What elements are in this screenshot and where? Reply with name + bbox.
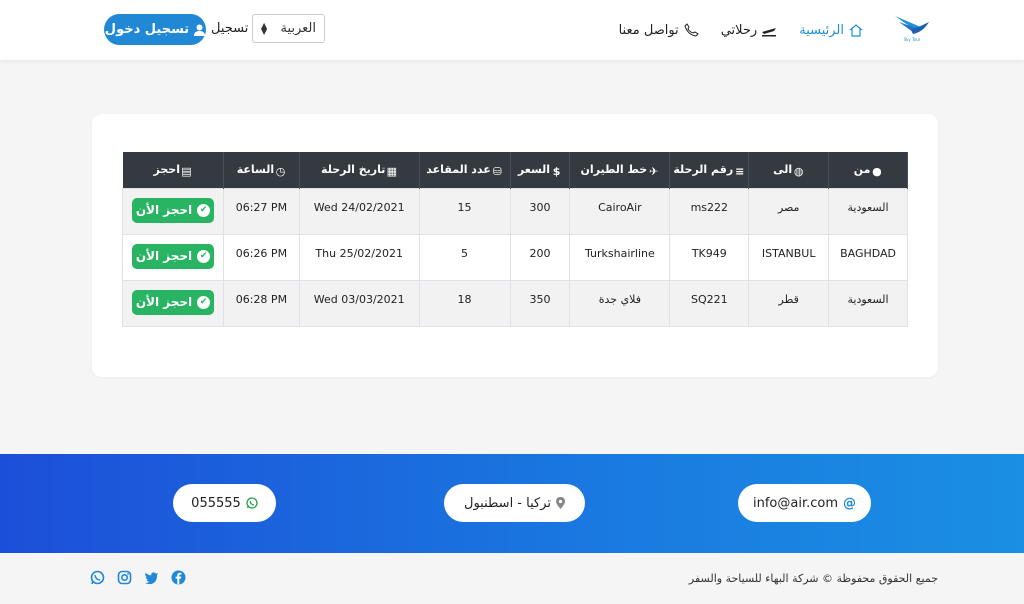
col-seats: ⛁عدد المقاعد [419, 152, 511, 188]
email-pill[interactable]: info@air.com @ [738, 484, 871, 522]
cell-time: 06:28 PM [222, 279, 300, 327]
col-flight-no: ≡رقم الرحلة [669, 152, 750, 188]
logo-icon[interactable]: Sky Tour [893, 12, 931, 46]
phone-pill[interactable]: 055555 [173, 484, 276, 522]
nav-home-label: الرئيسية [799, 22, 844, 38]
cell-flight-no: ms222 [669, 187, 750, 235]
col-airline: ✈خط الطيران [569, 152, 671, 188]
copyright-text: جميع الحقوق محفوظة © شركة البهاء للسياحة… [688, 572, 938, 585]
cell-to: قطر [748, 279, 830, 327]
cell-time: 06:27 PM [222, 187, 300, 235]
whatsapp-icon [246, 497, 258, 509]
map-pin-icon: ● [872, 164, 882, 178]
phone-text: 055555 [191, 495, 241, 511]
nav-home[interactable]: الرئيسية [799, 23, 864, 38]
col-price: $السعر [510, 152, 571, 188]
nav-my-trips[interactable]: رحلاتي [721, 23, 778, 38]
col-date: ▦تاريخ الرحلة [299, 152, 420, 188]
calendar-icon: ▦ [386, 164, 398, 178]
nav-contact[interactable]: تواصل معنا [619, 23, 699, 38]
social-links [90, 570, 186, 585]
cell-date: Wed 03/03/2021 [298, 279, 420, 327]
col-time: ◷الساعة [223, 152, 300, 188]
facebook-icon[interactable] [171, 570, 186, 585]
check-circle-icon: ✔ [197, 249, 211, 263]
flights-card: ●من ◍الى ≡رقم الرحلة ✈خط الطيران $السعر … [92, 114, 938, 377]
cell-seats: 5 [418, 233, 511, 281]
whatsapp-icon[interactable] [90, 570, 105, 585]
cell-date: Wed 24/02/2021 [298, 187, 420, 235]
cell-flight-no: SQ221 [669, 279, 750, 327]
logo-text: Sky Tour [904, 37, 921, 42]
table-row: السعودية قطر SQ221 فلاي جدة 350 18 Wed 0… [122, 279, 908, 327]
table-row: السعودية مصر ms222 CairoAir 300 15 Wed 2… [122, 187, 908, 235]
check-circle-icon: ✔ [197, 203, 211, 217]
login-label: تسجيل دخول [104, 22, 190, 37]
cell-seats: 18 [418, 279, 511, 327]
cell-time: 06:26 PM [222, 233, 300, 281]
main-nav: الرئيسية رحلاتي تواصل معنا [619, 0, 864, 60]
location-pill[interactable]: تركيا - اسطنبول [444, 484, 585, 522]
user-icon [194, 24, 206, 36]
cell-date: Thu 25/02/2021 [298, 233, 420, 281]
contact-band: info@air.com @ تركيا - اسطنبول 055555 [0, 454, 1024, 553]
table-header-row: ●من ◍الى ≡رقم الرحلة ✈خط الطيران $السعر … [122, 152, 908, 188]
plane-icon: ✈ [649, 164, 659, 178]
file-icon: ▤ [181, 164, 192, 178]
cell-price: 200 [509, 233, 571, 281]
cell-price: 350 [509, 279, 571, 327]
location-text: تركيا - اسطنبول [464, 495, 551, 511]
table-row: BAGHDAD ISTANBUL TK949 Turkshairline 200… [122, 233, 908, 281]
plane-icon [762, 28, 777, 37]
cell-book: ✔ احجز الأن [122, 187, 224, 235]
book-now-button[interactable]: ✔ احجز الأن [131, 289, 214, 315]
cell-airline: CairoAir [569, 187, 671, 235]
cell-seats: 15 [418, 187, 511, 235]
top-navbar: Sky Tour الرئيسية رحلاتي تواصل معنا ▲ ▼ ا… [0, 0, 1024, 60]
cell-from: السعودية [828, 279, 908, 327]
seat-icon: ⛁ [492, 164, 502, 178]
cell-book: ✔ احجز الأن [122, 233, 224, 281]
cell-airline: فلاي جدة [569, 279, 671, 327]
cell-to: مصر [748, 187, 830, 235]
col-from: ●من [828, 152, 908, 188]
email-text: info@air.com [752, 495, 838, 511]
flights-table: ●من ◍الى ≡رقم الرحلة ✈خط الطيران $السعر … [122, 152, 908, 327]
col-to: ◍الى [748, 152, 830, 188]
cell-price: 300 [509, 187, 571, 235]
cell-to: ISTANBUL [748, 233, 830, 281]
book-now-button[interactable]: ✔ احجز الأن [131, 197, 214, 223]
check-circle-icon: ✔ [197, 295, 211, 309]
cell-airline: Turkshairline [569, 233, 671, 281]
dollar-icon: $ [552, 164, 561, 178]
cell-from: BAGHDAD [828, 233, 908, 281]
bottom-bar: جميع الحقوق محفوظة © شركة البهاء للسياحة… [0, 553, 1024, 604]
col-book: ▤احجز [122, 152, 224, 188]
book-now-button[interactable]: ✔ احجز الأن [131, 243, 214, 269]
cell-flight-no: TK949 [669, 233, 750, 281]
at-icon: @ [843, 495, 856, 511]
language-select[interactable]: ▲ ▼ العربية [252, 14, 325, 43]
clock-icon: ◷ [275, 164, 286, 178]
register-link[interactable]: تسجيل [211, 21, 248, 36]
map-pin-icon [556, 497, 565, 509]
list-icon: ≡ [735, 164, 745, 178]
cell-from: السعودية [828, 187, 908, 235]
nav-contact-label: تواصل معنا [618, 22, 679, 38]
phone-icon [684, 23, 699, 37]
cell-book: ✔ احجز الأن [122, 279, 224, 327]
nav-my-trips-label: رحلاتي [720, 22, 758, 38]
instagram-icon[interactable] [117, 570, 132, 585]
twitter-icon[interactable] [144, 570, 159, 585]
select-arrows-icon: ▲ ▼ [261, 20, 268, 36]
globe-icon: ◍ [793, 164, 804, 178]
home-icon [849, 24, 863, 37]
login-button[interactable]: تسجيل دخول [104, 14, 206, 45]
language-value: العربية [280, 21, 316, 36]
